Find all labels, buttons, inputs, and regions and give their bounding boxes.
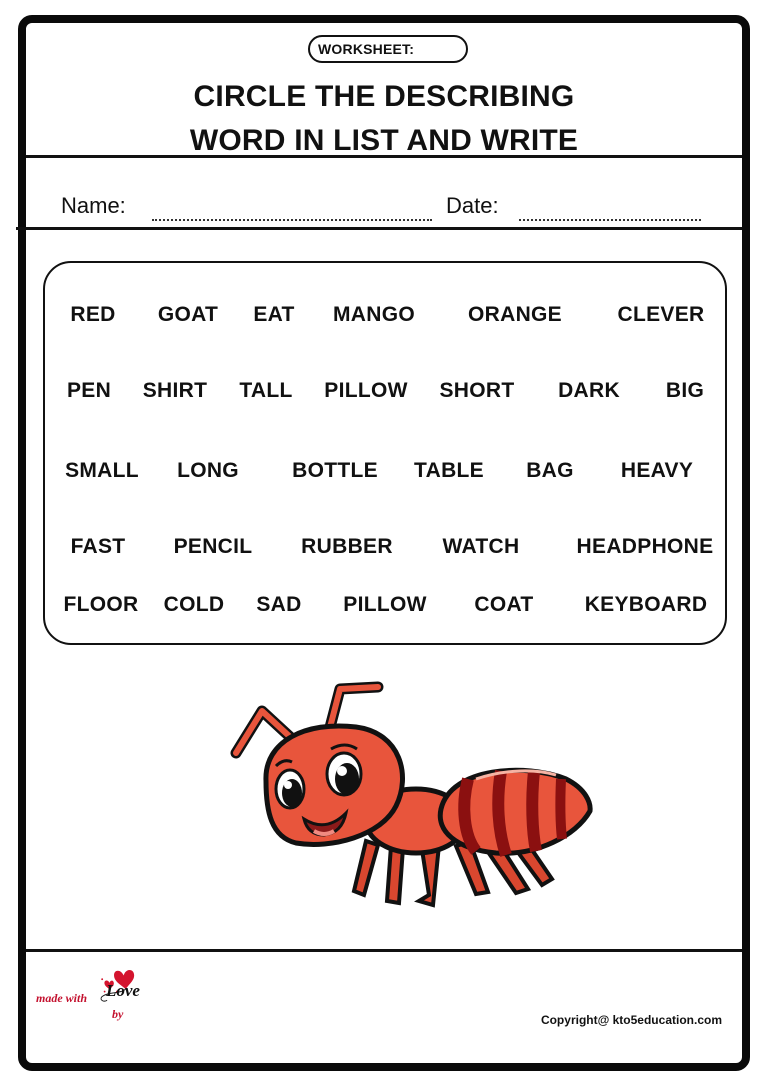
- word-item[interactable]: RED: [70, 303, 115, 327]
- name-date-row: Name: Date:: [26, 185, 742, 225]
- by-text: by: [112, 1007, 124, 1021]
- word-item[interactable]: CLEVER: [618, 303, 705, 327]
- word-item[interactable]: WATCH: [443, 535, 520, 559]
- word-item[interactable]: BAG: [526, 459, 574, 483]
- name-field[interactable]: [152, 219, 432, 221]
- word-item[interactable]: FAST: [71, 535, 126, 559]
- made-with-text: made with: [36, 991, 88, 1005]
- word-item[interactable]: EAT: [253, 303, 294, 327]
- word-item[interactable]: HEAVY: [621, 459, 693, 483]
- header-divider: [26, 155, 742, 158]
- word-item[interactable]: SMALL: [65, 459, 139, 483]
- word-list-box: RED GOAT EAT MANGO ORANGE CLEVER PEN SHIRT TALL P…: [43, 261, 727, 645]
- word-item[interactable]: TABLE: [414, 459, 484, 483]
- ant-illustration: [230, 681, 593, 908]
- word-item[interactable]: MANGO: [333, 303, 415, 327]
- word-item[interactable]: PILLOW: [324, 379, 407, 403]
- date-label: Date:: [446, 193, 499, 218]
- word-item[interactable]: COAT: [474, 593, 533, 617]
- fields-divider: [16, 227, 742, 230]
- word-item[interactable]: BOTTLE: [292, 459, 378, 483]
- word-item[interactable]: SHORT: [440, 379, 515, 403]
- word-item[interactable]: SHIRT: [143, 379, 208, 403]
- word-item[interactable]: SAD: [256, 593, 301, 617]
- word-item[interactable]: ORANGE: [468, 303, 562, 327]
- word-item[interactable]: PENCIL: [174, 535, 253, 559]
- word-item[interactable]: KEYBOARD: [585, 593, 708, 617]
- word-item[interactable]: LONG: [177, 459, 239, 483]
- worksheet-frame: WORKSHEET: CIRCLE THE DESCRIBING WORD IN…: [16, 15, 750, 1071]
- worksheet-title: CIRCLE THE DESCRIBING WORD IN LIST AND W…: [26, 75, 742, 163]
- word-item[interactable]: DARK: [558, 379, 620, 403]
- word-item[interactable]: PEN: [67, 379, 111, 403]
- footer-divider: [26, 949, 742, 952]
- copyright-text: Copyright@ kto5education.com: [540, 1013, 722, 1027]
- word-item[interactable]: BIG: [666, 379, 704, 403]
- word-item[interactable]: PILLOW: [343, 593, 426, 617]
- word-item[interactable]: GOAT: [158, 303, 218, 327]
- name-label: Name:: [61, 193, 126, 218]
- word-item[interactable]: COLD: [164, 593, 225, 617]
- word-item[interactable]: RUBBER: [301, 535, 393, 559]
- word-item[interactable]: HEADPHONE: [577, 535, 714, 559]
- word-item[interactable]: FLOOR: [64, 593, 139, 617]
- word-item[interactable]: TALL: [239, 379, 292, 403]
- worksheet-badge-label: WORKSHEET:: [318, 41, 415, 57]
- date-field[interactable]: [519, 219, 701, 221]
- love-text: Love: [106, 981, 140, 1000]
- worksheet-badge: WORKSHEET:: [308, 35, 468, 63]
- title-line-1: CIRCLE THE DESCRIBING: [193, 80, 575, 113]
- ant-abdomen: [437, 767, 593, 857]
